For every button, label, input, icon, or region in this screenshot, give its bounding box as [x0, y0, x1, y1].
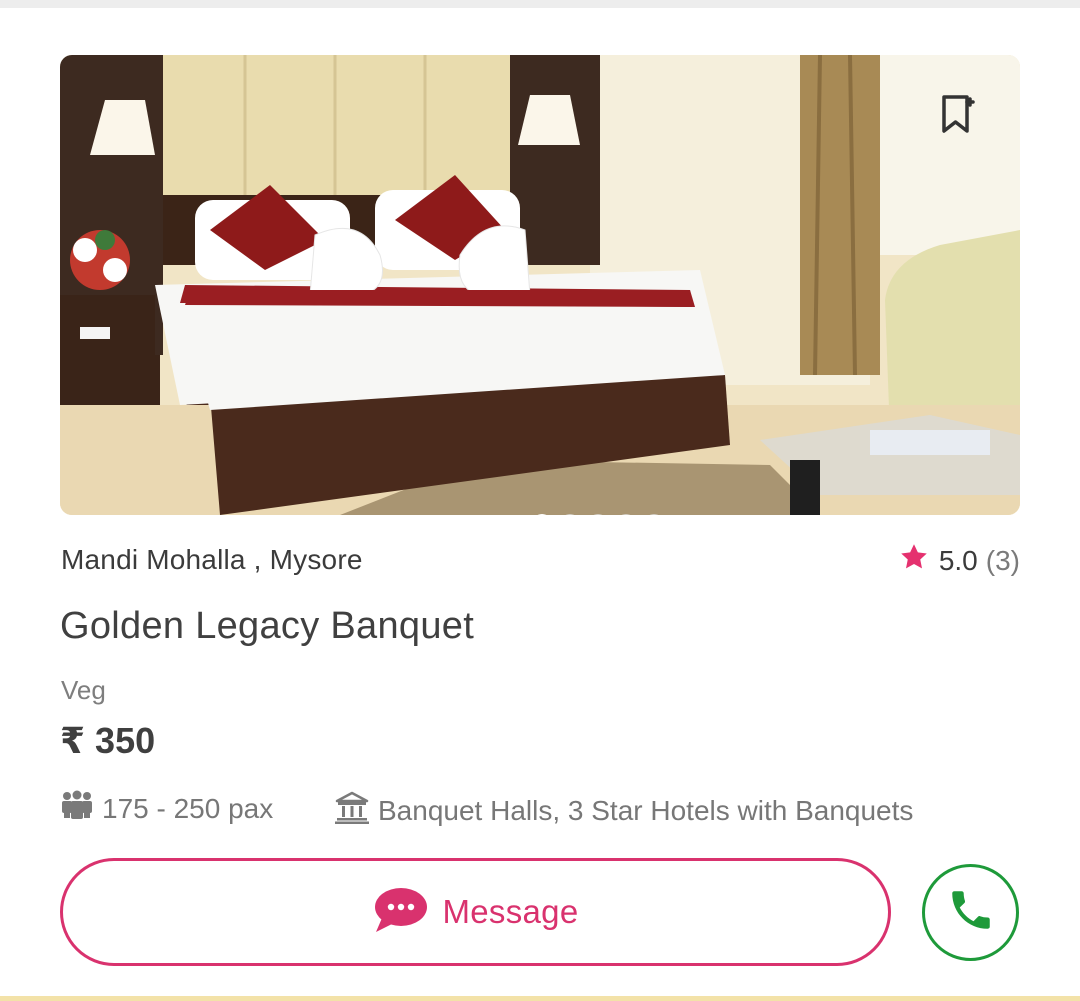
venue-photo-gallery[interactable] [60, 55, 1020, 515]
gallery-dot-2[interactable] [560, 514, 580, 515]
bottom-divider [0, 996, 1080, 1001]
gallery-dot-1[interactable] [532, 514, 552, 515]
venue-rating[interactable]: 5.0 (3) [899, 542, 1020, 579]
bookmark-button[interactable] [920, 78, 996, 154]
venue-title[interactable]: Golden Legacy Banquet [60, 605, 474, 648]
gallery-pagination [532, 513, 664, 515]
gallery-dot-4[interactable] [616, 514, 636, 515]
gallery-dot-3[interactable] [588, 514, 608, 515]
chat-bubble-icon [372, 886, 428, 939]
venue-type-label: Banquet Halls, 3 Star Hotels with Banque… [378, 794, 914, 826]
call-button[interactable] [922, 864, 1019, 961]
venue-location: Mandi Mohalla , Mysore [61, 544, 363, 575]
venue-capacity: 175 - 250 pax [60, 790, 273, 827]
rating-score: 5.0 [938, 544, 978, 576]
venue-price: ₹ 350 [60, 720, 156, 761]
message-button[interactable]: Message [60, 858, 891, 966]
review-count: (3) [985, 544, 1020, 576]
gallery-dot-5[interactable] [644, 514, 664, 515]
building-icon [334, 790, 370, 831]
phone-icon [946, 885, 996, 940]
message-button-label: Message [442, 893, 579, 930]
venue-type: Banquet Halls, 3 Star Hotels with Banque… [334, 790, 913, 831]
venue-card[interactable]: Mandi Mohalla , Mysore 5.0 (3) Golden Le… [0, 8, 1080, 996]
venue-photo [60, 55, 1020, 515]
people-icon [60, 790, 94, 827]
top-divider [0, 0, 1080, 8]
bookmark-icon [941, 94, 975, 139]
capacity-label: 175 - 250 pax [102, 792, 274, 824]
food-type: Veg [61, 675, 106, 705]
star-icon [899, 542, 929, 579]
